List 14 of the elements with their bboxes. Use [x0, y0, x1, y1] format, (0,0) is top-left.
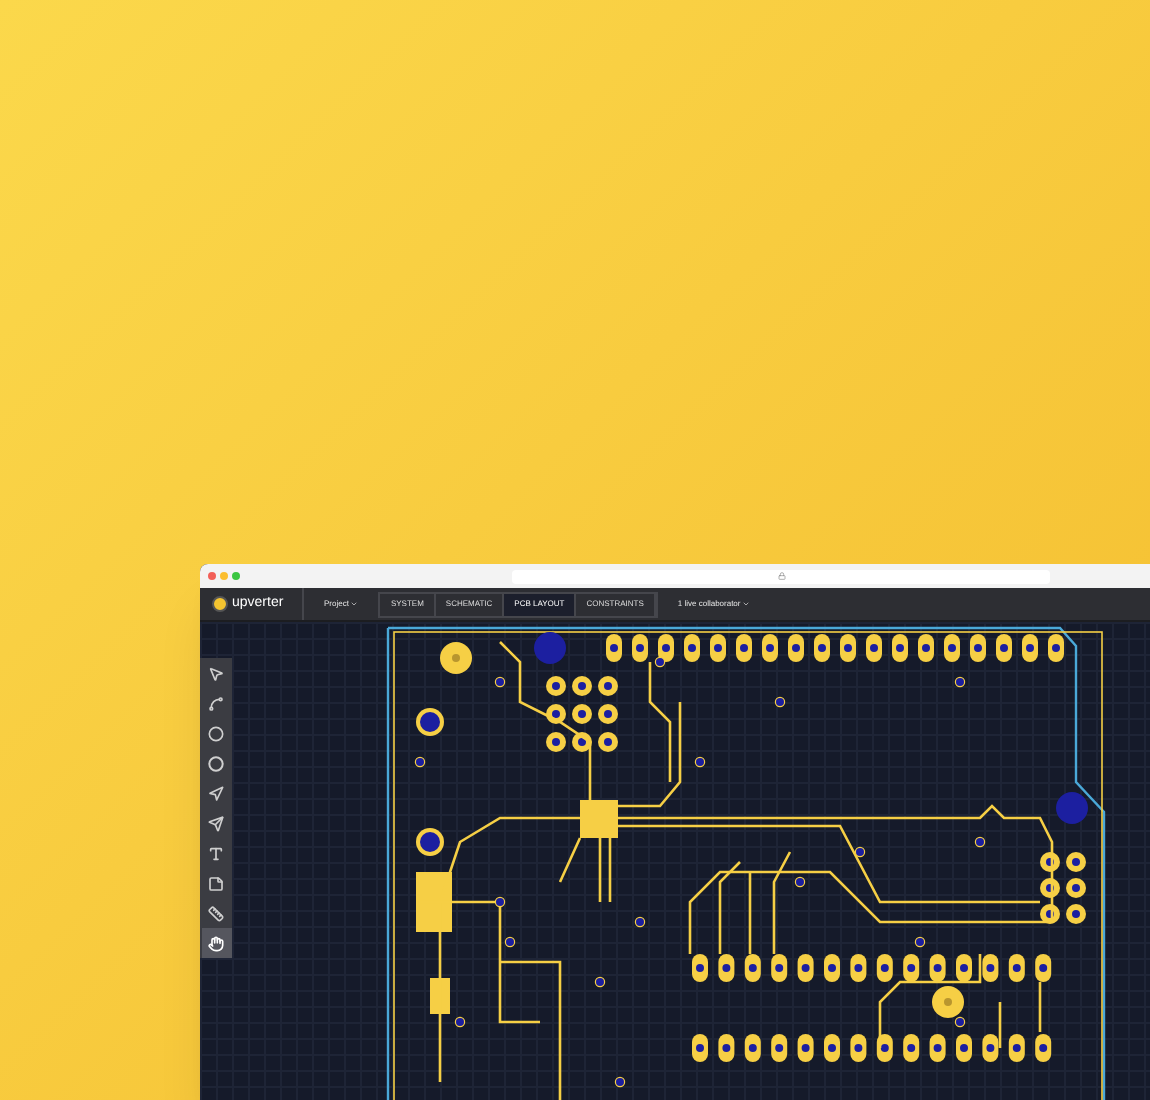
ruler-icon	[208, 905, 224, 921]
tool-button[interactable]	[201, 928, 231, 958]
logo-icon	[212, 596, 228, 612]
hand-icon	[208, 935, 224, 951]
arrow-icon	[208, 815, 224, 831]
close-window-button[interactable]	[208, 572, 216, 580]
ring-icon	[208, 755, 224, 771]
arc-icon	[208, 695, 224, 711]
pointer-icon	[208, 665, 224, 681]
lock-icon	[777, 572, 785, 580]
circle-icon	[208, 725, 224, 741]
note-icon	[208, 875, 224, 891]
arrow-icon	[208, 785, 224, 801]
text-icon	[208, 845, 224, 861]
